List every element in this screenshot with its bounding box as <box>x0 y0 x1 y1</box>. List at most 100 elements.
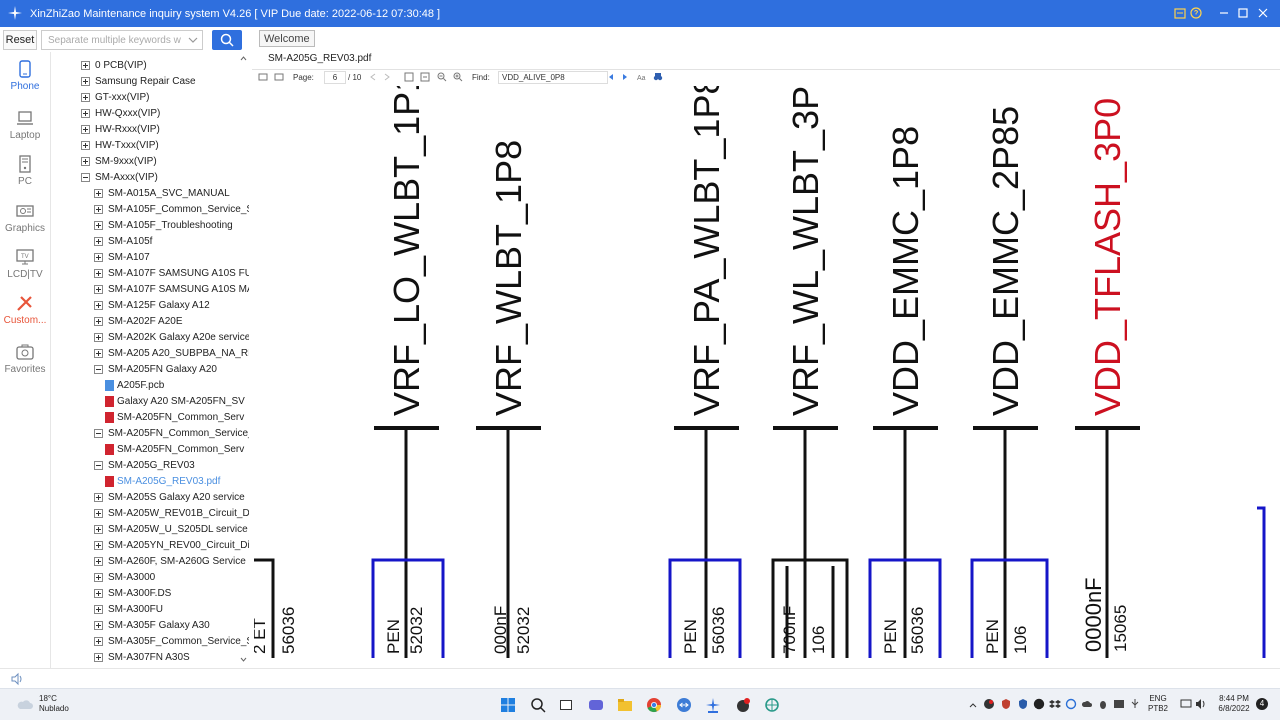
expand-icon[interactable] <box>94 492 103 502</box>
tray-sync-icon[interactable] <box>1065 698 1077 710</box>
tree-folder-item[interactable]: SM-A205FN_Common_Service_ <box>94 425 249 441</box>
prev-page-icon[interactable] <box>368 72 378 82</box>
volume-icon[interactable] <box>1195 698 1207 710</box>
tree-folder-item[interactable]: SM-A305F Galaxy A30 <box>94 617 210 633</box>
search-input[interactable]: Separate multiple keywords w <box>41 30 203 50</box>
match-case-icon[interactable]: Aa <box>637 72 647 82</box>
tree-file-item[interactable]: A205F.pcb <box>105 377 164 393</box>
tree-folder-item[interactable]: SM-A107F SAMSUNG A10S MA <box>94 281 249 297</box>
tree-folder-item[interactable]: SM-A107F SAMSUNG A10S FU <box>94 265 249 281</box>
expand-icon[interactable] <box>94 556 103 566</box>
help-icon[interactable] <box>1187 4 1205 22</box>
expand-icon[interactable] <box>81 156 90 166</box>
tree-folder-item[interactable]: SM-A260F, SM-A260G Service <box>94 553 246 569</box>
nav-laptop[interactable]: Laptop <box>0 109 50 153</box>
collapse-icon[interactable] <box>94 460 103 470</box>
tree-folder-item[interactable]: SM-A202F A20E <box>94 313 182 329</box>
tray-usb-icon[interactable] <box>1129 698 1141 710</box>
binoculars-icon[interactable] <box>653 72 663 82</box>
rotate-left-icon[interactable] <box>258 72 268 82</box>
tree-file-item[interactable]: SM-A205G_REV03.pdf <box>105 473 220 489</box>
tree-folder-item[interactable]: SM-A205 A20_SUBPBA_NA_RE <box>94 345 249 361</box>
nav-phone[interactable]: Phone <box>0 60 50 104</box>
expand-icon[interactable] <box>94 652 103 662</box>
find-input[interactable]: VDD_ALIVE_0P8 <box>498 71 608 84</box>
tree-folder-item[interactable]: SM-A3000 <box>94 569 155 585</box>
expand-icon[interactable] <box>81 140 90 150</box>
expand-icon[interactable] <box>94 508 103 518</box>
expand-icon[interactable] <box>94 236 103 246</box>
expand-icon[interactable] <box>94 220 103 230</box>
tree-folder-item[interactable]: SM-A205FN Galaxy A20 <box>94 361 217 377</box>
tree-folder-item[interactable]: SM-9xxx(VIP) <box>81 153 157 169</box>
teamviewer-icon[interactable] <box>676 697 692 713</box>
chrome-icon[interactable] <box>646 697 662 713</box>
tree-file-item[interactable]: SM-A205FN_Common_Serv <box>105 441 244 457</box>
expand-icon[interactable] <box>94 636 103 646</box>
tray-cloud-icon[interactable] <box>1081 698 1093 710</box>
speaker-icon[interactable] <box>10 672 24 686</box>
tree-folder-item[interactable]: SM-A105f <box>94 233 152 249</box>
expand-icon[interactable] <box>94 524 103 534</box>
expand-icon[interactable] <box>81 76 90 86</box>
expand-icon[interactable] <box>94 572 103 582</box>
app-red-dot-icon[interactable] <box>735 697 751 713</box>
tree-folder-item[interactable]: SM-A125F Galaxy A12 <box>94 297 210 313</box>
xinzhizao-taskbar-icon[interactable] <box>705 697 721 713</box>
zoom-in-icon[interactable] <box>453 72 463 82</box>
file-explorer-icon[interactable] <box>617 697 633 713</box>
nav-favorites[interactable]: Favorites <box>0 343 50 387</box>
expand-icon[interactable] <box>94 188 103 198</box>
rotate-right-icon[interactable] <box>274 72 284 82</box>
weather-widget[interactable]: 18°C Nublado <box>39 694 69 714</box>
tray-app-icon[interactable] <box>983 698 995 710</box>
reset-button[interactable]: Reset <box>3 30 37 50</box>
tree-folder-item[interactable]: SM-A205W_REV01B_Circuit_Di <box>94 505 249 521</box>
next-page-icon[interactable] <box>382 72 392 82</box>
expand-icon[interactable] <box>94 604 103 614</box>
tree-folder-item[interactable]: HW-Txxx(VIP) <box>81 137 159 153</box>
tree-folder-item[interactable]: SM-A300FU <box>94 601 163 617</box>
expand-icon[interactable] <box>94 204 103 214</box>
zoom-out-icon[interactable] <box>437 72 447 82</box>
nav-pc[interactable]: PC <box>0 155 50 199</box>
tray-security-icon[interactable] <box>1017 698 1029 710</box>
tray-shield-icon[interactable] <box>1000 698 1012 710</box>
expand-icon[interactable] <box>81 60 90 70</box>
tree-folder-item[interactable]: SM-A202K Galaxy A20e service <box>94 329 249 345</box>
expand-icon[interactable] <box>94 268 103 278</box>
expand-icon[interactable] <box>94 540 103 550</box>
expand-icon[interactable] <box>81 92 90 102</box>
tree-file-item[interactable]: SM-A205FN_Common_Serv <box>105 409 244 425</box>
expand-icon[interactable] <box>94 332 103 342</box>
tree-folder-item[interactable]: SM-A107 <box>94 249 150 265</box>
fit-page-icon[interactable] <box>404 72 414 82</box>
expand-icon[interactable] <box>94 348 103 358</box>
close-icon[interactable] <box>1254 4 1272 22</box>
find-prev-icon[interactable] <box>606 72 616 82</box>
tree-folder-item[interactable]: 0 PCB(VIP) <box>81 57 147 73</box>
tree-folder-item[interactable]: SM-A205YN_REV00_Circuit_Dia <box>94 537 249 553</box>
collapse-icon[interactable] <box>94 428 103 438</box>
tree-folder-item[interactable]: HW-Qxxx(VIP) <box>81 105 160 121</box>
tree-folder-item[interactable]: HW-Rxxx(VIP) <box>81 121 160 137</box>
tree-folder-item[interactable]: SM-A205S Galaxy A20 service <box>94 489 245 505</box>
tab-welcome[interactable]: Welcome <box>259 30 315 47</box>
tree-scrollbar[interactable] <box>238 52 249 668</box>
collapse-icon[interactable] <box>94 364 103 374</box>
tree-folder-item[interactable]: SM-Axxx(VIP) <box>81 169 158 185</box>
expand-icon[interactable] <box>81 124 90 134</box>
language-indicator[interactable]: ENG PTB2 <box>1148 694 1168 714</box>
tree-folder-item[interactable]: SM-A307FN A30S <box>94 649 190 665</box>
search-button[interactable] <box>212 30 242 50</box>
collapse-icon[interactable] <box>81 172 90 182</box>
fit-width-icon[interactable] <box>420 72 430 82</box>
nav-custom[interactable]: Custom... <box>0 294 50 338</box>
tree-folder-item[interactable]: SM-A300F.DS <box>94 585 171 601</box>
expand-icon[interactable] <box>94 620 103 630</box>
tree-folder-item[interactable]: Samsung Repair Case <box>81 73 196 89</box>
chevron-down-icon[interactable] <box>187 32 199 48</box>
nav-graphics[interactable]: Graphics <box>0 202 50 246</box>
expand-icon[interactable] <box>94 300 103 310</box>
tree-folder-item[interactable]: SM-A205W_U_S205DL service <box>94 521 248 537</box>
